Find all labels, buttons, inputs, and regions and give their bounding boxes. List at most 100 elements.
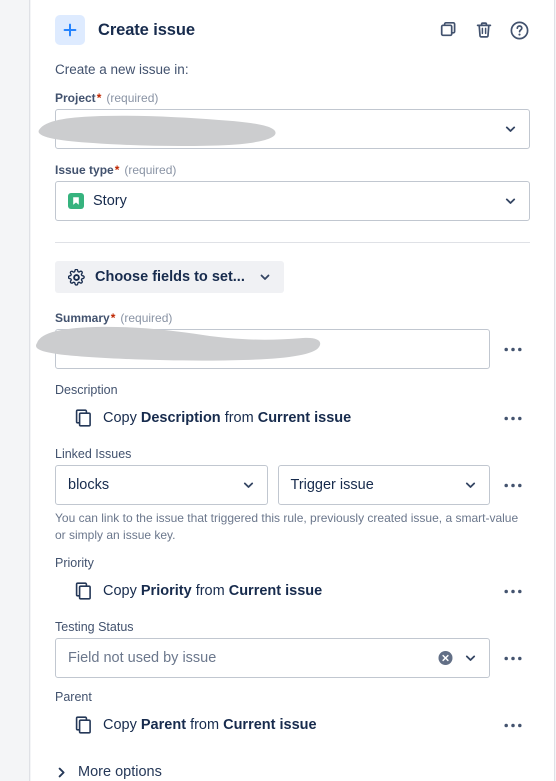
parent-row: Copy Parent from Current issue: [55, 708, 530, 742]
required-note: (required): [120, 311, 173, 325]
clear-circle-icon[interactable]: [438, 651, 453, 666]
project-label-text: Project: [55, 91, 96, 105]
description-overflow-menu[interactable]: [496, 401, 530, 435]
testing-status-overflow-menu[interactable]: [496, 641, 530, 675]
required-marker: *: [114, 163, 120, 177]
copy-icon: [75, 716, 92, 734]
copy-middle: from: [190, 717, 220, 734]
required-marker: *: [96, 91, 102, 105]
link-type-select[interactable]: blocks: [55, 465, 268, 505]
copy-field-name: Description: [140, 410, 221, 426]
page-title: Create issue: [98, 20, 195, 39]
linked-issues-row: blocks Trigger issue: [55, 465, 530, 505]
parent-field-block: Parent Copy Parent from Current issue: [55, 690, 530, 742]
summary-label: Summary * (required): [55, 311, 530, 325]
priority-label: Priority: [55, 556, 530, 570]
choose-fields-label: Choose fields to set...: [95, 269, 245, 285]
chevron-down-icon: [258, 270, 272, 284]
create-issue-action-panel: Create issue Create a new issue in: Proj…: [0, 0, 556, 781]
linked-issues-field-block: Linked Issues blocks Trigger issue You c…: [55, 447, 530, 544]
issue-type-select[interactable]: Story: [55, 181, 530, 221]
required-marker: *: [110, 311, 116, 325]
priority-copy-line[interactable]: Copy Priority from Current issue: [55, 576, 490, 606]
plus-icon: [55, 15, 85, 45]
duplicate-action-button[interactable]: [438, 19, 460, 41]
priority-field-block: Priority Copy Priority from Current issu: [55, 556, 530, 608]
summary-input-wrap: [55, 329, 490, 369]
story-icon: [68, 193, 84, 209]
parent-label: Parent: [55, 690, 530, 704]
copy-prefix: Copy: [103, 717, 137, 734]
copy-prefix: Copy: [103, 410, 137, 426]
parent-copy-text: Copy Parent from Current issue: [103, 717, 317, 733]
summary-field-block: Summary * (required): [55, 311, 530, 369]
testing-status-label-text: Testing Status: [55, 620, 134, 635]
priority-copy-text: Copy Priority from Current issue: [103, 583, 322, 599]
testing-status-label: Testing Status: [55, 620, 530, 634]
copy-middle: from: [195, 583, 225, 600]
copy-icon: [75, 582, 92, 600]
required-note: (required): [106, 91, 159, 105]
project-field-block: Project * (required): [55, 91, 530, 149]
panel-body: Create issue Create a new issue in: Proj…: [31, 0, 555, 781]
copy-icon: [75, 409, 92, 427]
copy-prefix: Copy: [103, 583, 137, 600]
linked-issues-label: Linked Issues: [55, 447, 530, 461]
description-field-block: Description Copy Description from Curren: [55, 383, 530, 435]
chevron-down-icon: [241, 478, 256, 493]
issue-type-field-block: Issue type * (required) Story: [55, 163, 530, 221]
priority-overflow-menu[interactable]: [496, 574, 530, 608]
header-actions: [438, 19, 530, 41]
chevron-down-icon: [503, 122, 518, 137]
testing-status-row: Field not used by issue: [55, 638, 530, 679]
panel-subtitle: Create a new issue in:: [55, 62, 189, 77]
chevron-down-icon: [463, 651, 478, 666]
required-note: (required): [124, 163, 177, 177]
project-label: Project * (required): [55, 91, 530, 105]
choose-fields-button[interactable]: Choose fields to set...: [55, 261, 284, 293]
summary-input[interactable]: [55, 329, 490, 369]
description-copy-line[interactable]: Copy Description from Current issue: [55, 403, 490, 433]
testing-status-select-wrap: Field not used by issue: [55, 638, 490, 679]
parent-label-text: Parent: [55, 690, 92, 705]
issue-type-label-text: Issue type: [55, 163, 114, 177]
summary-row: [55, 329, 530, 369]
copy-source-name: Current issue: [223, 717, 317, 734]
summary-overflow-menu[interactable]: [496, 332, 530, 366]
priority-row: Copy Priority from Current issue: [55, 574, 530, 608]
link-type-value: blocks: [68, 477, 110, 493]
linked-issues-overflow-menu[interactable]: [496, 468, 530, 502]
copy-middle: from: [224, 410, 254, 426]
description-copy-text: Copy Description from Current issue: [103, 410, 351, 426]
project-select[interactable]: [55, 109, 530, 149]
copy-field-name: Parent: [140, 717, 187, 734]
chevron-right-icon: [55, 766, 68, 779]
parent-copy-line[interactable]: Copy Parent from Current issue: [55, 710, 490, 740]
issue-type-value: Story: [93, 193, 127, 209]
more-options-label: More options: [78, 764, 162, 781]
copy-source-name: Current issue: [228, 583, 323, 600]
testing-status-select[interactable]: Field not used by issue: [55, 638, 490, 679]
panel-header: Create issue: [55, 0, 530, 56]
chevron-down-icon: [463, 478, 478, 493]
linked-issues-selects: blocks Trigger issue: [55, 465, 490, 505]
link-target-value: Trigger issue: [290, 477, 374, 493]
linked-issues-label-text: Linked Issues: [55, 447, 132, 461]
description-row: Copy Description from Current issue: [55, 401, 530, 435]
linked-issues-help-text: You can link to the issue that triggered…: [55, 511, 519, 543]
section-divider: [55, 242, 530, 243]
link-target-select[interactable]: Trigger issue: [277, 465, 490, 505]
gear-icon: [68, 268, 85, 286]
parent-overflow-menu[interactable]: [496, 708, 530, 742]
testing-status-field-block: Testing Status Field not used by issue: [55, 620, 530, 679]
priority-label-text: Priority: [55, 556, 94, 571]
left-gutter: [0, 0, 30, 781]
testing-status-value: Field not used by issue: [68, 650, 217, 667]
description-label: Description: [55, 383, 530, 397]
summary-label-text: Summary: [55, 311, 110, 325]
delete-action-button[interactable]: [473, 19, 495, 41]
more-options-toggle[interactable]: More options: [55, 764, 530, 780]
copy-source-name: Current issue: [257, 410, 352, 426]
help-button[interactable]: [508, 19, 530, 41]
issue-type-label: Issue type * (required): [55, 163, 530, 177]
